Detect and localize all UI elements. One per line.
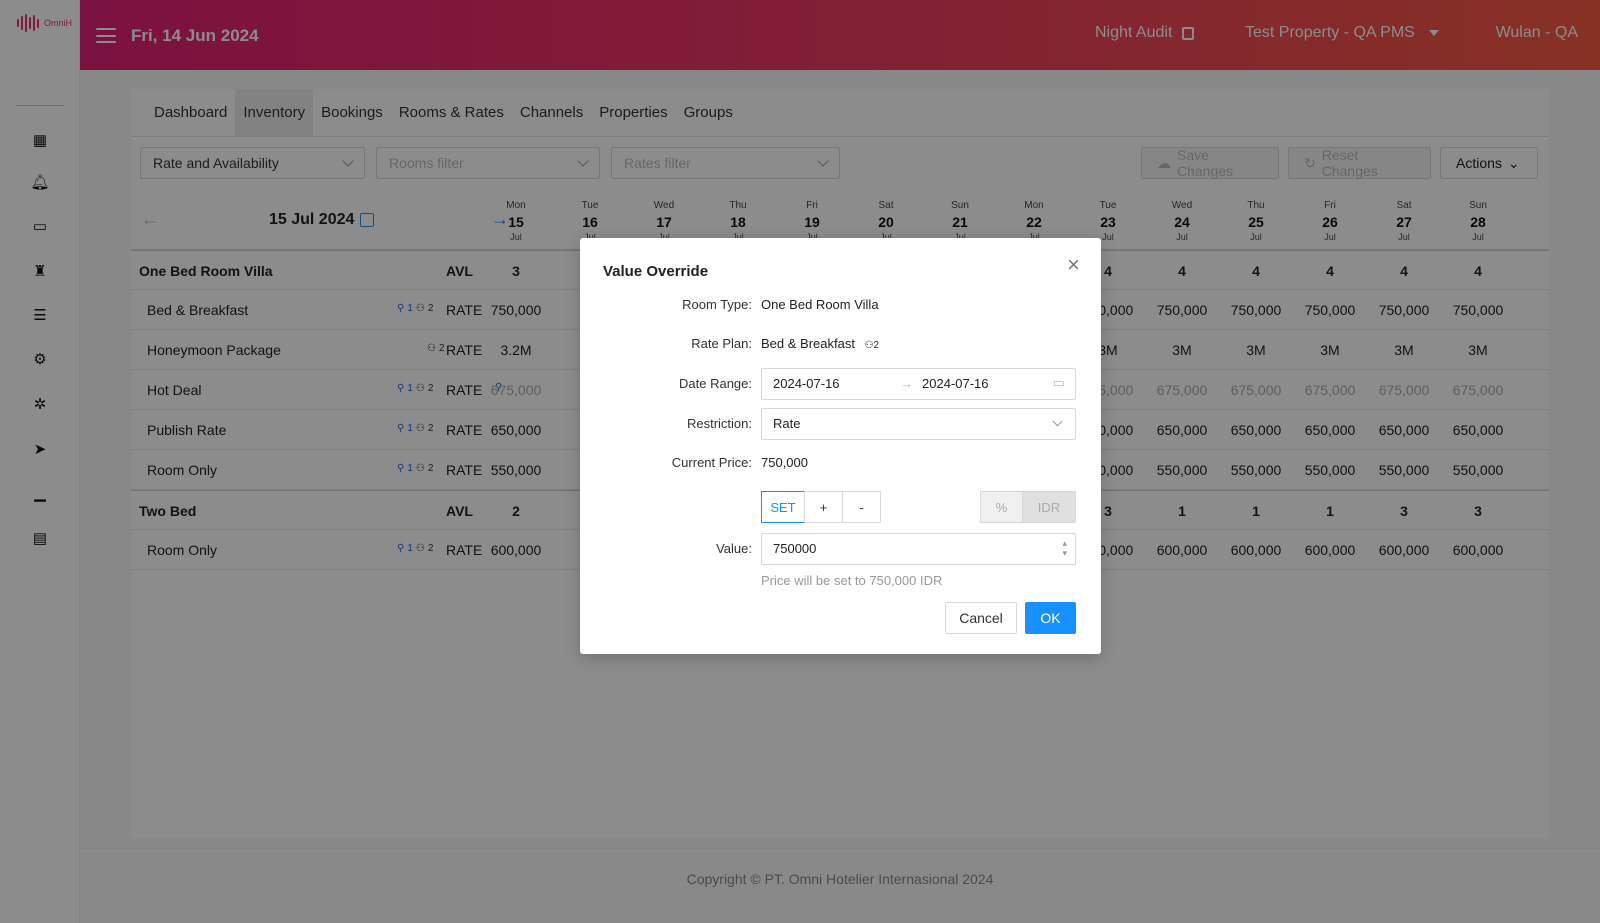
op-plus-button[interactable]: + — [804, 491, 843, 523]
room-type-value: One Bed Room Villa — [761, 297, 879, 312]
op-minus-button[interactable]: - — [842, 491, 881, 523]
current-price-value: 750,000 — [761, 455, 808, 470]
rate-plan-guests: 2 — [873, 340, 880, 351]
op-set-button[interactable]: SET — [761, 491, 805, 523]
user-icon: ⚇ — [864, 340, 874, 351]
room-type-label: Room Type: — [682, 297, 752, 312]
rate-plan-value: Bed & Breakfast ⚇2 — [761, 336, 879, 351]
ok-button[interactable]: OK — [1025, 602, 1076, 634]
date-from: 2024-07-16 — [773, 376, 840, 391]
calendar-icon: ▭ — [1052, 375, 1065, 390]
restriction-label: Restriction: — [686, 416, 752, 431]
value-override-modal: Value Override × Room Type: One Bed Room… — [580, 238, 1101, 654]
stepper-icon[interactable]: ▴ ▾ — [1062, 538, 1067, 558]
value-input[interactable]: 750000 ▴ ▾ — [761, 533, 1076, 565]
restriction-select[interactable]: Rate — [761, 408, 1076, 440]
restriction-value: Rate — [773, 416, 801, 431]
value-hint: Price will be set to 750,000 IDR — [761, 573, 943, 588]
date-to: 2024-07-16 — [922, 376, 989, 391]
close-icon[interactable]: × — [1067, 254, 1080, 276]
date-range-label: Date Range: — [679, 376, 752, 391]
current-price-label: Current Price: — [671, 455, 752, 470]
unit-percent-button[interactable]: % — [980, 491, 1023, 523]
rate-plan-label: Rate Plan: — [691, 336, 752, 351]
modal-title: Value Override — [603, 263, 709, 280]
rate-plan-name: Bed & Breakfast — [761, 336, 855, 351]
date-range-picker[interactable]: 2024-07-16 → 2024-07-16 ▭ — [761, 368, 1076, 400]
value-label: Value: — [716, 541, 752, 556]
chevron-down-icon — [1052, 416, 1063, 427]
value-input-text: 750000 — [773, 541, 817, 556]
unit-idr-button[interactable]: IDR — [1022, 491, 1076, 523]
cancel-button[interactable]: Cancel — [945, 602, 1017, 634]
arrow-right-icon: → — [900, 376, 913, 391]
